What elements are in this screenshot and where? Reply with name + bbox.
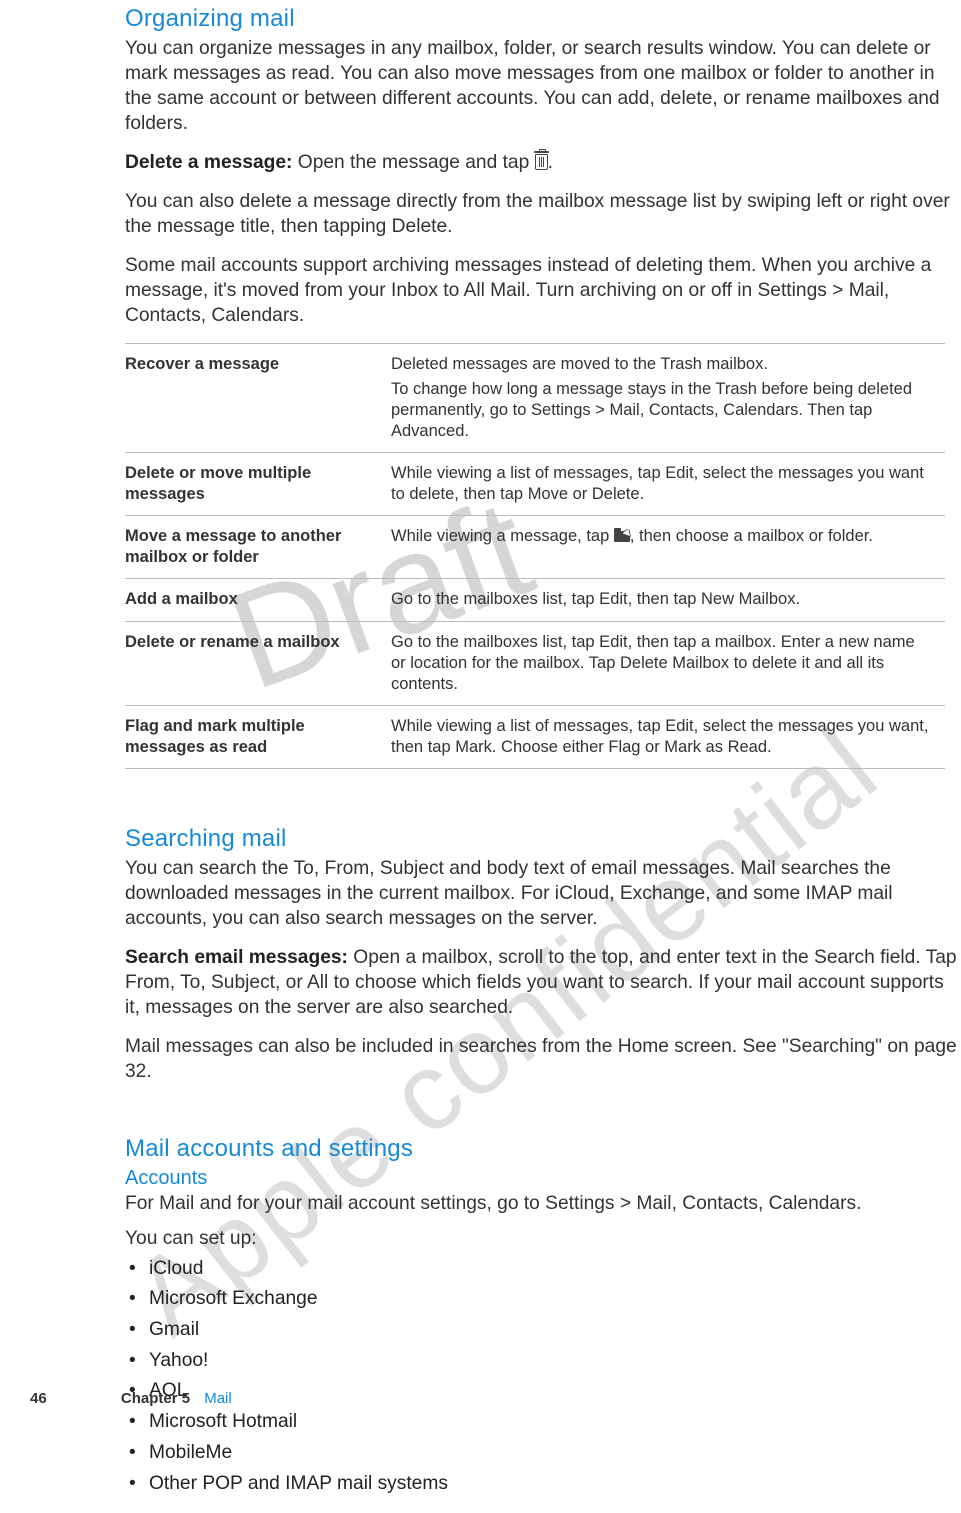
row3-body: Go to the mailboxes list, tap Edit, then… [391, 579, 945, 621]
accounts-heading: Accounts [125, 1167, 960, 1190]
section-title-settings: Mail accounts and settings [125, 1135, 960, 1163]
table-row: Recover a message Deleted messages are m… [125, 343, 945, 452]
row0-body: Deleted messages are moved to the Trash … [391, 343, 945, 452]
searching-intro: You can search the To, From, Subject and… [125, 857, 960, 932]
list-item: MobileMe [129, 1438, 960, 1469]
section-title-searching: Searching mail [125, 825, 960, 853]
row5-body: While viewing a list of messages, tap Ed… [391, 705, 945, 768]
searching-home: Mail messages can also be included in se… [125, 1035, 960, 1085]
chapter-title: Mail [204, 1390, 232, 1407]
setup-lead: You can set up: [125, 1227, 960, 1252]
row5-body-0: While viewing a list of messages, tap Ed… [391, 716, 931, 758]
mail-actions-table: Recover a message Deleted messages are m… [125, 343, 945, 770]
organizing-intro: You can organize messages in any mailbox… [125, 37, 960, 137]
accounts-intro: For Mail and for your mail account setti… [125, 1192, 960, 1217]
accounts-list: iCloud Microsoft Exchange Gmail Yahoo! A… [125, 1254, 960, 1500]
row0-body-0: Deleted messages are moved to the Trash … [391, 354, 931, 375]
folder-move-icon [614, 531, 630, 542]
row4-body-0: Go to the mailboxes list, tap Edit, then… [391, 632, 931, 695]
list-item: Microsoft Hotmail [129, 1407, 960, 1438]
list-item: Yahoo! [129, 1346, 960, 1377]
chapter-label: Chapter 5 [121, 1390, 190, 1407]
row1-label: Delete or move multiple messages [125, 452, 391, 515]
row2-body-b: , then choose a mailbox or folder. [630, 527, 873, 545]
row4-label: Delete or rename a mailbox [125, 621, 391, 705]
row4-body: Go to the mailboxes list, tap Edit, then… [391, 621, 945, 705]
row3-body-0: Go to the mailboxes list, tap Edit, then… [391, 589, 931, 610]
swipe-delete-text: You can also delete a message directly f… [125, 190, 960, 240]
row1-body: While viewing a list of messages, tap Ed… [391, 452, 945, 515]
delete-message-label: Delete a message: [125, 152, 292, 173]
table-row: Move a message to another mailbox or fol… [125, 516, 945, 579]
row2-body: While viewing a message, tap , then choo… [391, 516, 945, 579]
table-row: Add a mailbox Go to the mailboxes list, … [125, 579, 945, 621]
row1-body-0: While viewing a list of messages, tap Ed… [391, 463, 931, 505]
row5-label: Flag and mark multiple messages as read [125, 705, 391, 768]
delete-message-body-b: . [548, 152, 553, 173]
row3-label: Add a mailbox [125, 579, 391, 621]
table-row: Delete or rename a mailbox Go to the mai… [125, 621, 945, 705]
list-item: Gmail [129, 1315, 960, 1346]
page-footer: 46 Chapter 5 Mail [30, 1390, 232, 1407]
row2-label: Move a message to another mailbox or fol… [125, 516, 391, 579]
table-row: Delete or move multiple messages While v… [125, 452, 945, 515]
row0-body-1: To change how long a message stays in th… [391, 379, 931, 442]
trash-icon [535, 154, 548, 170]
page-number: 46 [30, 1390, 47, 1407]
row2-body-a: While viewing a message, tap [391, 527, 614, 545]
page-content: Organizing mail You can organize message… [125, 5, 960, 1513]
list-item: Microsoft Exchange [129, 1284, 960, 1315]
delete-message-line: Delete a message: Open the message and t… [125, 151, 960, 176]
table-row: Flag and mark multiple messages as read … [125, 705, 945, 768]
list-item: iCloud [129, 1254, 960, 1285]
delete-message-body-a: Open the message and tap [292, 152, 534, 173]
section-title-organizing: Organizing mail [125, 5, 960, 33]
search-howto: Search email messages: Open a mailbox, s… [125, 946, 960, 1021]
list-item: AOL [129, 1376, 960, 1407]
row0-label: Recover a message [125, 343, 391, 452]
archive-text: Some mail accounts support archiving mes… [125, 254, 960, 329]
list-item: Other POP and IMAP mail systems [129, 1469, 960, 1500]
row2-body-0: While viewing a message, tap , then choo… [391, 526, 931, 547]
search-label: Search email messages: [125, 947, 348, 968]
